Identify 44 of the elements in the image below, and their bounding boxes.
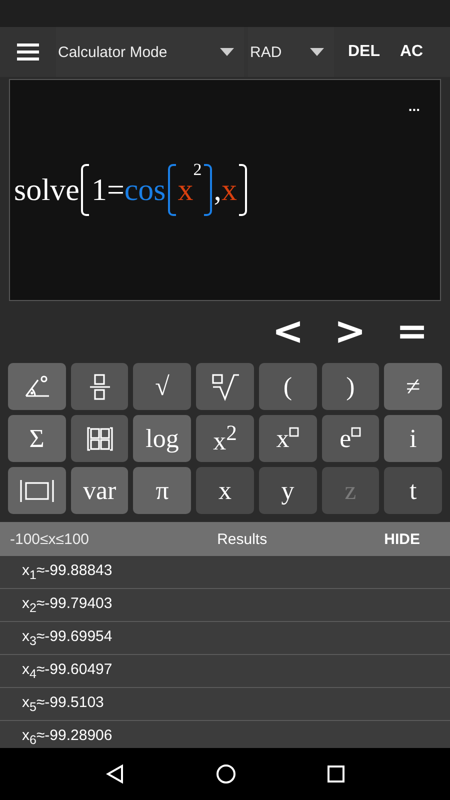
cursor-button[interactable]: < <box>260 306 316 356</box>
key[interactable]: x <box>196 467 254 514</box>
key[interactable]: ( <box>258 363 317 410</box>
key[interactable]: log <box>133 415 192 462</box>
key[interactable]: t <box>384 467 442 514</box>
hide-button[interactable]: HIDE <box>364 522 450 556</box>
cursor-button[interactable]: > <box>322 306 378 356</box>
key[interactable]: i <box>384 415 442 462</box>
key[interactable]: √ <box>133 363 192 410</box>
delete-button[interactable]: DEL <box>338 27 390 77</box>
equals-button[interactable]: = <box>384 306 440 356</box>
back-icon[interactable] <box>105 764 126 784</box>
key[interactable]: ) <box>322 363 380 410</box>
dropdown-caret-icon <box>220 48 234 56</box>
home-icon[interactable] <box>216 764 236 784</box>
expression-text: 1 <box>91 172 107 208</box>
expression-text: solve <box>14 172 80 208</box>
expression-text: , <box>214 172 222 208</box>
results-title: Results <box>216 530 268 548</box>
key[interactable] <box>196 363 254 410</box>
key[interactable]: x$^{2}$ <box>196 415 254 462</box>
exponent: 2 <box>193 160 202 180</box>
expression-text: = <box>106 172 124 208</box>
key[interactable]: ≠ <box>384 363 442 410</box>
menu-icon <box>17 43 39 61</box>
more-options-button[interactable]: ... <box>408 98 420 114</box>
range-label: -100≤x≤100 <box>9 530 90 548</box>
box-icon <box>289 426 300 437</box>
clear-button[interactable]: AC <box>390 27 434 77</box>
expression-text: cos <box>124 172 166 208</box>
key[interactable]: x <box>258 415 317 462</box>
dropdown-caret-icon <box>310 48 324 56</box>
key[interactable]: e <box>322 415 380 462</box>
key[interactable] <box>70 363 128 410</box>
key[interactable]: var <box>70 467 128 514</box>
expression-text: x <box>178 172 194 208</box>
root-icon <box>210 372 240 402</box>
expression-text: x <box>222 172 237 208</box>
recents-icon[interactable] <box>326 765 345 783</box>
key[interactable] <box>70 415 128 462</box>
key[interactable]: Σ <box>8 415 66 462</box>
box-icon <box>351 426 362 437</box>
key[interactable]: π <box>133 467 192 514</box>
key[interactable]: y <box>258 467 317 514</box>
